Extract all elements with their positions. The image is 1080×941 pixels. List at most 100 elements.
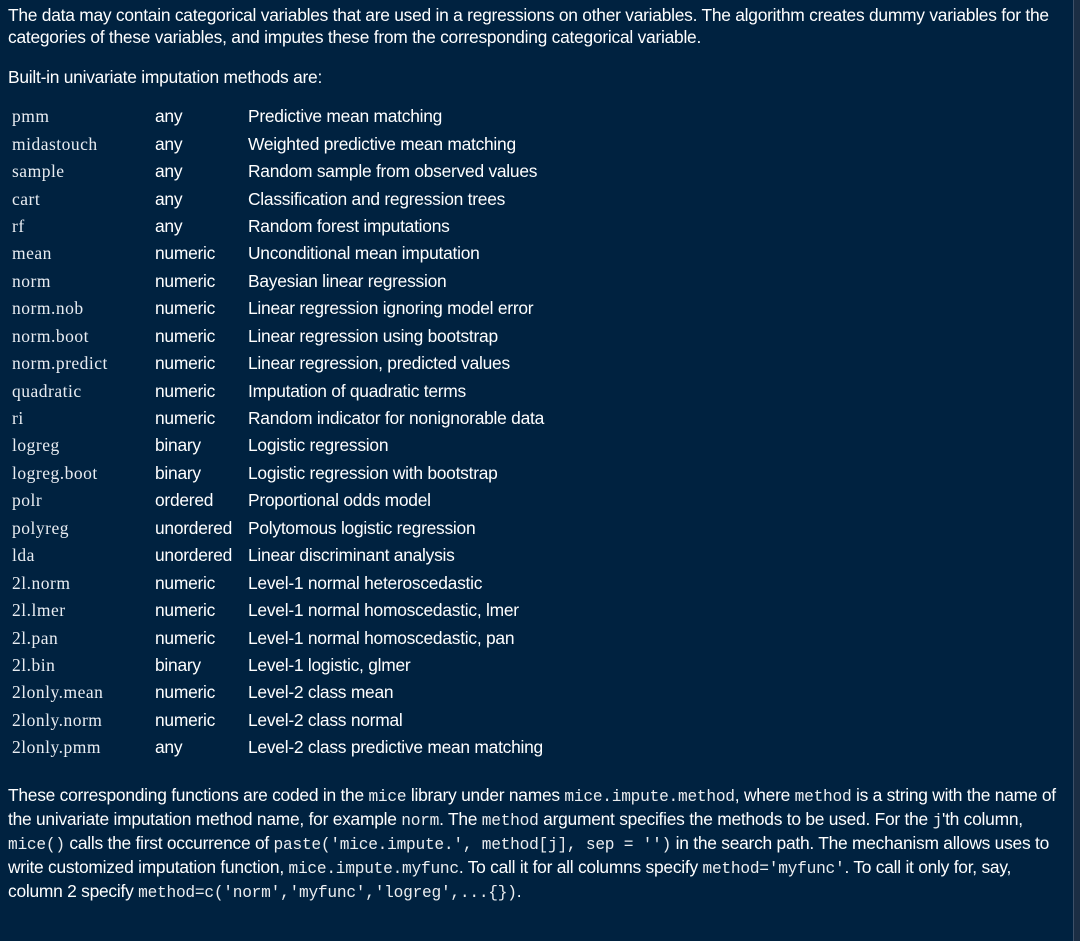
- intro-paragraph: The data may contain categorical variabl…: [8, 5, 1049, 47]
- inline-code: mice.impute.myfunc: [288, 859, 459, 878]
- method-type: numeric: [155, 627, 216, 648]
- method-name: norm.predict: [12, 353, 108, 374]
- method-name: cart: [12, 188, 41, 209]
- outro-text: 'th column,: [942, 808, 1023, 829]
- method-type: numeric: [155, 682, 216, 703]
- method-type: any: [155, 188, 183, 209]
- outro-text: . The: [439, 808, 482, 829]
- method-name: sample: [12, 161, 65, 182]
- method-type: numeric: [155, 709, 216, 730]
- method-description: Unconditional mean imputation: [248, 243, 480, 264]
- method-name: pmm: [12, 106, 50, 127]
- outro-text: argument specifies the methods to be use…: [538, 808, 933, 829]
- method-row: norm.boot numeric Linear regression using …: [8, 323, 544, 350]
- method-name: norm: [12, 270, 51, 291]
- method-row: polyreg unordered Polytomous logistic regr…: [8, 515, 544, 542]
- method-row: 2l.bin binary Level-1 logistic, glmer: [8, 652, 544, 679]
- method-row: logreg binary Logistic regression: [8, 432, 544, 459]
- method-type: numeric: [155, 243, 216, 264]
- method-row: pmm any Predictive mean matching: [8, 103, 544, 130]
- method-description: Level-1 logistic, glmer: [248, 654, 411, 675]
- method-row: 2l.lmer numeric Level-1 normal homoscedast…: [8, 597, 544, 624]
- method-name: 2lonly.pmm: [12, 737, 101, 758]
- method-description: Linear regression ignoring model error: [248, 298, 534, 319]
- method-description: Linear regression using bootstrap: [248, 325, 498, 346]
- method-name: norm.boot: [12, 325, 89, 346]
- inline-code: method='myfunc': [702, 859, 845, 878]
- method-name: norm.nob: [12, 298, 84, 319]
- method-name: 2l.pan: [12, 627, 59, 648]
- method-type: any: [155, 161, 183, 182]
- method-description: Random indicator for nonignorable data: [248, 408, 544, 429]
- method-type: binary: [155, 654, 201, 675]
- method-row: 2lonly.norm numeric Level-2 class normal: [8, 707, 544, 734]
- inline-code: j: [932, 811, 943, 830]
- method-description: Polytomous logistic regression: [248, 517, 476, 538]
- method-description: Imputation of quadratic terms: [248, 380, 466, 401]
- inline-code: method: [481, 811, 539, 830]
- inline-code: paste('mice.impute.', method[j], sep = '…: [273, 835, 672, 854]
- builtin-methods-heading: Built-in univariate imputation methods a…: [8, 67, 323, 87]
- method-name: 2lonly.mean: [12, 682, 104, 703]
- document-body: The data may contain categorical variabl…: [8, 4, 1058, 904]
- method-description: Logistic regression with bootstrap: [248, 462, 498, 483]
- method-row: rf any Random forest imputations: [8, 213, 544, 240]
- method-type: numeric: [155, 325, 216, 346]
- method-type: numeric: [155, 600, 216, 621]
- method-name: logreg.boot: [12, 462, 98, 483]
- method-name: polyreg: [12, 517, 69, 538]
- inline-code: method: [794, 787, 852, 806]
- method-type: numeric: [155, 572, 216, 593]
- outro-text: library under names: [406, 784, 565, 805]
- method-name: midastouch: [12, 133, 98, 154]
- method-description: Random sample from observed values: [248, 161, 538, 182]
- method-type: unordered: [155, 517, 233, 538]
- method-row: logreg.boot binary Logistic regression wit…: [8, 460, 544, 487]
- method-description: Proportional odds model: [248, 490, 431, 511]
- method-name: 2l.bin: [12, 654, 56, 675]
- method-description: Logistic regression: [248, 435, 389, 456]
- method-name: ri: [12, 408, 24, 429]
- inline-code: mice: [368, 787, 407, 806]
- scrollbar-track[interactable]: [1073, 0, 1080, 941]
- method-description: Classification and regression trees: [248, 188, 506, 209]
- method-description: Linear regression, predicted values: [248, 353, 510, 374]
- method-row: 2l.pan numeric Level-1 normal homoscedasti…: [8, 624, 544, 651]
- method-description: Level-2 class predictive mean matching: [248, 737, 543, 758]
- method-description: Level-2 class normal: [248, 709, 403, 730]
- method-type: binary: [155, 462, 201, 483]
- inline-code: method=c('norm','myfunc','logreg',...{}): [138, 883, 517, 902]
- method-row: lda unordered Linear discriminant analysis: [8, 542, 544, 569]
- method-name: polr: [12, 490, 43, 511]
- method-name: 2lonly.norm: [12, 709, 103, 730]
- method-row: quadratic numeric Imputation of quadratic …: [8, 377, 544, 404]
- method-type: numeric: [155, 408, 216, 429]
- method-row: polr ordered Proportional odds model: [8, 487, 544, 514]
- methods-table: pmm any Predictive mean matching midastouch…: [8, 103, 544, 762]
- method-description: Level-1 normal homoscedastic, lmer: [248, 600, 519, 621]
- method-row: norm.nob numeric Linear regression ignorin…: [8, 295, 544, 322]
- method-description: Predictive mean matching: [248, 106, 443, 127]
- method-type: any: [155, 737, 183, 758]
- method-type: ordered: [155, 490, 214, 511]
- method-row: mean numeric Unconditional mean imputation: [8, 240, 544, 267]
- inline-code: norm: [401, 811, 440, 830]
- outro-text: .: [516, 880, 522, 901]
- method-row: norm.predict numeric Linear regression, pr…: [8, 350, 544, 377]
- method-description: Level-2 class mean: [248, 682, 394, 703]
- outro-text: These corresponding functions are coded …: [8, 784, 369, 805]
- method-description: Level-1 normal homoscedastic, pan: [248, 627, 515, 648]
- method-row: 2lonly.mean numeric Level-2 class mean: [8, 679, 544, 706]
- method-name: rf: [12, 215, 25, 236]
- method-row: 2l.norm numeric Level-1 normal heterosceda…: [8, 569, 544, 596]
- method-row: midastouch any Weighted predictive mean ma…: [8, 130, 544, 157]
- method-type: any: [155, 215, 183, 236]
- inline-code: mice(): [8, 835, 65, 854]
- method-row: norm numeric Bayesian linear regression: [8, 268, 544, 295]
- method-type: unordered: [155, 545, 233, 566]
- method-description: Linear discriminant analysis: [248, 545, 455, 566]
- method-type: numeric: [155, 298, 216, 319]
- method-type: numeric: [155, 353, 216, 374]
- method-name: lda: [12, 545, 35, 566]
- method-type: binary: [155, 435, 201, 456]
